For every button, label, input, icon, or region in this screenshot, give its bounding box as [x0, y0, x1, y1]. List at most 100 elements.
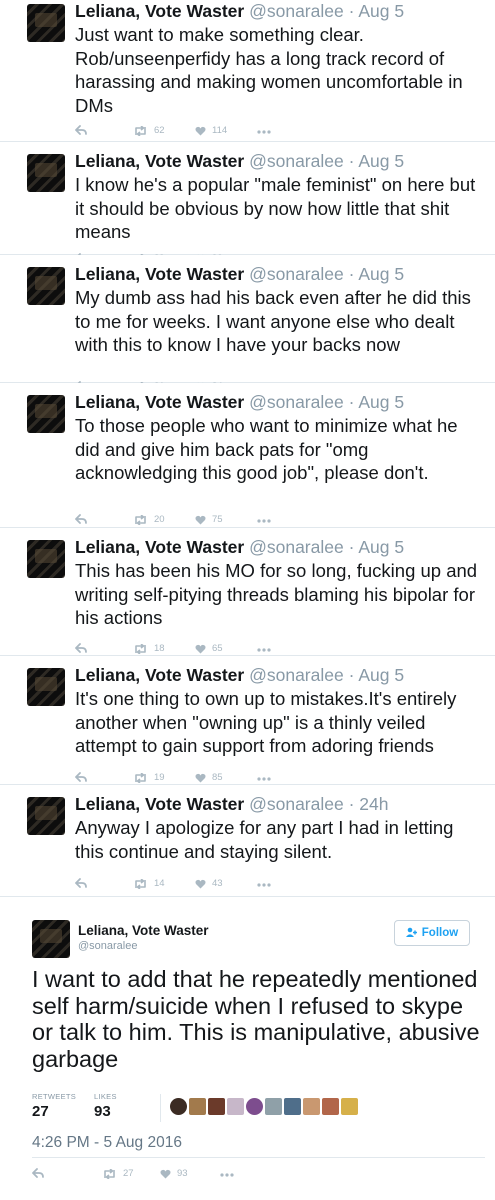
author-name[interactable]: Leliana, Vote Waster: [75, 151, 244, 171]
tweet-avatar[interactable]: [27, 797, 65, 835]
more-options-button[interactable]: [257, 648, 271, 652]
more-options-button[interactable]: [220, 1173, 234, 1177]
reply-icon: [75, 878, 87, 888]
author-handle[interactable]: @sonaralee: [249, 537, 344, 557]
author-name[interactable]: Leliana, Vote Waster: [75, 665, 244, 685]
tweet-time[interactable]: Aug 5: [358, 665, 404, 685]
separator: ·: [343, 665, 359, 685]
tweet-header: Leliana, Vote Waster @sonaralee · 24h: [75, 793, 485, 815]
retweet-button[interactable]: 14: [133, 878, 165, 889]
tweet-time[interactable]: Aug 5: [358, 392, 404, 412]
like-button[interactable]: 85: [195, 772, 223, 783]
tweet: Leliana, Vote Waster @sonaralee · Aug 5T…: [0, 383, 495, 528]
like-icon: [195, 773, 206, 783]
retweet-button[interactable]: 20: [133, 514, 165, 525]
tweet-time[interactable]: 24h: [359, 794, 388, 814]
more-icon: [257, 648, 271, 652]
author-name[interactable]: Leliana, Vote Waster: [75, 794, 244, 814]
author-name[interactable]: Leliana, Vote Waster: [75, 537, 244, 557]
retweet-button[interactable]: 18: [133, 643, 165, 654]
tweet-body: Leliana, Vote Waster @sonaralee · Aug 5 I…: [75, 664, 485, 758]
liker-avatar[interactable]: [284, 1098, 301, 1115]
tweet-body: Leliana, Vote Waster @sonaralee · Aug 5J…: [75, 0, 485, 117]
featured-author-handle[interactable]: @sonaralee: [78, 940, 137, 952]
reply-button[interactable]: [75, 878, 87, 888]
like-button[interactable]: 114: [195, 125, 227, 136]
liker-avatar[interactable]: [227, 1098, 244, 1115]
liker-avatar[interactable]: [303, 1098, 320, 1115]
liker-avatar[interactable]: [208, 1098, 225, 1115]
reply-button[interactable]: [32, 1168, 44, 1178]
liker-avatar[interactable]: [170, 1098, 187, 1115]
retweet-button[interactable]: 62: [133, 125, 165, 136]
reply-button[interactable]: [75, 643, 87, 653]
reply-button[interactable]: [75, 772, 87, 782]
retweets-count[interactable]: 27: [32, 1103, 49, 1120]
retweet-icon: [133, 514, 148, 525]
liker-avatar[interactable]: [341, 1098, 358, 1115]
more-options-button[interactable]: [257, 883, 271, 887]
separator: ·: [343, 1, 359, 21]
tweet-avatar[interactable]: [27, 395, 65, 433]
reply-button[interactable]: [75, 514, 87, 524]
liker-avatar[interactable]: [246, 1098, 263, 1115]
liker-avatar[interactable]: [322, 1098, 339, 1115]
tweet: Leliana, Vote Waster @sonaralee · Aug 5M…: [0, 255, 495, 392]
retweet-count: 27: [123, 1168, 134, 1179]
tweet-time[interactable]: Aug 5: [358, 151, 404, 171]
more-icon: [257, 130, 271, 134]
tweet-body: Leliana, Vote Waster @sonaralee · Aug 5T…: [75, 536, 485, 630]
like-button[interactable]: 65: [195, 643, 223, 654]
more-icon: [220, 1173, 234, 1177]
tweet-text: My dumb ass had his back even after he d…: [75, 287, 471, 355]
tweet-time[interactable]: Aug 5: [358, 1, 404, 21]
tweet-header: Leliana, Vote Waster @sonaralee · Aug 5: [75, 150, 485, 172]
tweet-header: Leliana, Vote Waster @sonaralee · Aug 5: [75, 536, 485, 558]
tweet-avatar[interactable]: [27, 540, 65, 578]
retweet-button[interactable]: 19: [133, 772, 165, 783]
like-icon: [160, 1169, 171, 1179]
author-handle[interactable]: @sonaralee: [249, 794, 344, 814]
tweet-text: Just want to make something clear. Rob/u…: [75, 24, 463, 116]
author-handle[interactable]: @sonaralee: [249, 392, 344, 412]
follow-person-icon: [405, 927, 418, 940]
tweet-header: Leliana, Vote Waster @sonaralee · Aug 5: [75, 0, 485, 22]
tweet-header: Leliana, Vote Waster @sonaralee · Aug 5: [75, 263, 485, 285]
like-button[interactable]: 93: [160, 1168, 188, 1179]
like-button[interactable]: 75: [195, 514, 223, 525]
author-handle[interactable]: @sonaralee: [249, 151, 344, 171]
tweet-avatar[interactable]: [27, 4, 65, 42]
like-button[interactable]: 43: [195, 878, 223, 889]
author-handle[interactable]: @sonaralee: [249, 665, 344, 685]
retweet-icon: [102, 1168, 117, 1179]
featured-author-name[interactable]: Leliana, Vote Waster: [78, 923, 209, 938]
featured-timestamp[interactable]: 4:26 PM - 5 Aug 2016: [32, 1134, 182, 1152]
more-options-button[interactable]: [257, 130, 271, 134]
tweet-avatar[interactable]: [27, 267, 65, 305]
more-options-button[interactable]: [257, 519, 271, 523]
tweet-text: It's one thing to own up to mistakes.It'…: [75, 688, 457, 756]
reply-button[interactable]: [75, 125, 87, 135]
follow-button[interactable]: Follow: [394, 920, 470, 946]
likes-count[interactable]: 93: [94, 1103, 111, 1120]
tweet-avatar[interactable]: [27, 154, 65, 192]
liker-avatar[interactable]: [189, 1098, 206, 1115]
featured-avatar[interactable]: [32, 920, 70, 958]
retweet-button[interactable]: 27: [102, 1168, 134, 1179]
tweet-time[interactable]: Aug 5: [358, 264, 404, 284]
tweet-time[interactable]: Aug 5: [358, 537, 404, 557]
author-name[interactable]: Leliana, Vote Waster: [75, 392, 244, 412]
author-handle[interactable]: @sonaralee: [249, 1, 344, 21]
like-count: 93: [177, 1168, 188, 1179]
timestamp-divider: [32, 1157, 485, 1158]
like-icon: [195, 515, 206, 525]
author-handle[interactable]: @sonaralee: [249, 264, 344, 284]
tweet-body: Leliana, Vote Waster @sonaralee · Aug 5M…: [75, 263, 485, 357]
tweet-avatar[interactable]: [27, 668, 65, 706]
more-options-button[interactable]: [257, 777, 271, 781]
author-name[interactable]: Leliana, Vote Waster: [75, 264, 244, 284]
author-name[interactable]: Leliana, Vote Waster: [75, 1, 244, 21]
retweet-count: 18: [154, 643, 165, 654]
liker-avatar[interactable]: [265, 1098, 282, 1115]
featured-tweet-text: I want to add that he repeatedly mention…: [32, 966, 480, 1072]
